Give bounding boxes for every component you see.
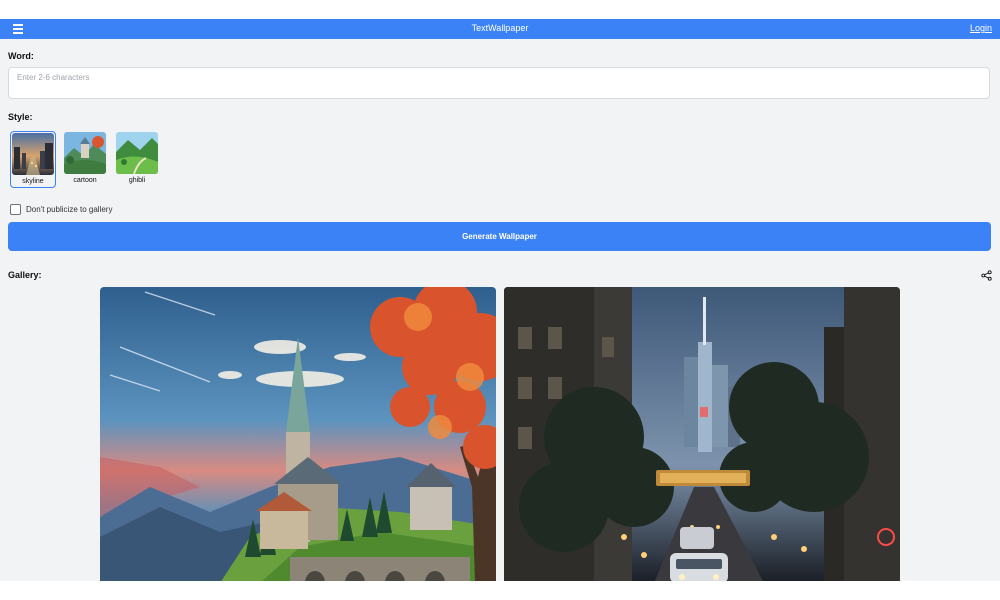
style-option-label: cartoon	[73, 177, 97, 184]
word-label: Word:	[8, 51, 34, 61]
app-container: TextWallpaper Login Word: Style: skylin	[0, 19, 1000, 581]
cartoon-thumbnail	[64, 132, 106, 174]
generate-wallpaper-button[interactable]: Generate Wallpaper	[8, 222, 991, 251]
privacy-checkbox-label[interactable]: Don't publicize to gallery	[26, 205, 112, 214]
style-option-label: ghibli	[128, 177, 146, 184]
castle-landscape-image	[100, 287, 496, 581]
app-title: TextWallpaper	[471, 23, 529, 33]
gallery-label: Gallery:	[8, 270, 42, 280]
style-option-skyline[interactable]: skyline	[10, 131, 56, 188]
style-option-ghibli[interactable]: ghibli	[114, 131, 160, 188]
city-street-image	[504, 287, 900, 581]
style-option-cartoon[interactable]: cartoon	[62, 131, 108, 188]
privacy-checkbox[interactable]	[10, 204, 21, 215]
style-option-label: skyline	[22, 178, 44, 185]
ghibli-thumbnail	[116, 132, 158, 174]
word-input[interactable]	[8, 67, 990, 99]
login-link[interactable]: Login	[970, 23, 992, 33]
skyline-thumbnail	[12, 133, 54, 175]
gallery-image-city[interactable]	[504, 287, 900, 581]
gallery-image-castle[interactable]	[100, 287, 496, 581]
share-icon[interactable]	[981, 270, 992, 281]
style-options: skyline cartoon ghibli	[10, 131, 160, 188]
top-bar: TextWallpaper Login	[0, 19, 1000, 39]
privacy-option: Don't publicize to gallery	[10, 204, 112, 215]
style-label: Style:	[8, 112, 33, 122]
